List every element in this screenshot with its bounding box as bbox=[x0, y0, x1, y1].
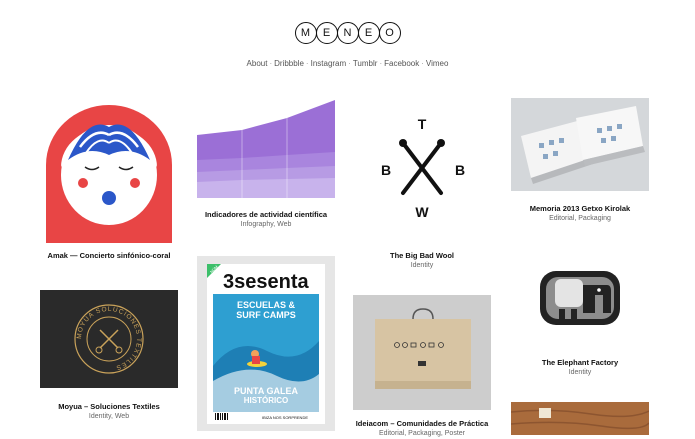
project-thumb-wool[interactable]: T B B W bbox=[353, 105, 491, 243]
project-title[interactable]: Amak — Concierto sinfónico-coral bbox=[29, 250, 189, 261]
magazine-headline: PUNTA GALEA bbox=[234, 386, 298, 396]
nav-link-about[interactable]: About bbox=[247, 59, 268, 68]
logo-letter: E bbox=[315, 22, 338, 44]
wool-letter-right: B bbox=[455, 162, 465, 178]
moyua-badge-logo: MOYUA SOLUCIONES TEXTILES bbox=[40, 290, 178, 388]
booklets-photo bbox=[511, 98, 649, 191]
nav-separator: · bbox=[269, 59, 273, 68]
magazine-footer: IBIZA NOS SORPRENDE bbox=[262, 415, 308, 420]
project-tags: Infography, Web bbox=[240, 221, 292, 228]
project-thumb-ideiacom[interactable] bbox=[353, 295, 491, 410]
project-thumb-memoria[interactable] bbox=[511, 98, 649, 191]
elephant-logo bbox=[540, 271, 620, 325]
folder-box-photo bbox=[353, 295, 491, 410]
project-caption[interactable]: Moyua – Soluciones Textiles Identity, We… bbox=[29, 401, 189, 422]
project-caption[interactable]: Memoria 2013 Getxo Kirolak Editorial, Pa… bbox=[500, 203, 660, 224]
magazine-headline: HISTÓRICO bbox=[244, 396, 288, 405]
project-caption[interactable]: Amak — Concierto sinfónico-coral bbox=[29, 250, 189, 261]
project-caption[interactable]: The Big Bad Wool Identity bbox=[342, 250, 502, 271]
site-logo[interactable]: MENEO bbox=[0, 22, 695, 44]
project-tags: Editorial, Packaging, Poster bbox=[379, 430, 465, 437]
project-tags: Identity, Web bbox=[88, 413, 130, 420]
project-thumb-3sesenta[interactable]: NÚM 3sesenta ESCUELAS & SURF CAMPS PUNTA… bbox=[197, 256, 335, 431]
nav-link-tumblr[interactable]: Tumblr bbox=[353, 59, 378, 68]
project-caption[interactable]: Ideiacom – Comunidades de Práctica Edito… bbox=[342, 418, 502, 439]
magazine-cover: NÚM 3sesenta ESCUELAS & SURF CAMPS PUNTA… bbox=[197, 256, 335, 431]
project-thumb-indicadores[interactable] bbox=[197, 100, 335, 198]
logo-letter: M bbox=[294, 22, 317, 44]
project-thumb-elephant[interactable] bbox=[511, 265, 649, 330]
knitting-needles-logo: T B B W bbox=[381, 116, 465, 220]
project-caption[interactable]: The Elephant Factory Identity bbox=[500, 357, 660, 378]
nav-separator: · bbox=[348, 59, 351, 68]
logo-letter: N bbox=[336, 22, 359, 44]
logo-letter: O bbox=[378, 22, 401, 44]
wool-letter-left: B bbox=[381, 162, 391, 178]
wood-photo bbox=[511, 402, 649, 435]
project-thumb-amak[interactable] bbox=[40, 105, 178, 243]
project-tags: Editorial, Packaging bbox=[549, 215, 611, 222]
nav-link-instagram[interactable]: Instagram bbox=[311, 59, 347, 68]
project-tags: Identity bbox=[410, 262, 434, 269]
magazine-title: 3sesenta bbox=[223, 271, 309, 293]
project-title[interactable]: Memoria 2013 Getxo Kirolak bbox=[500, 203, 660, 214]
project-thumb-wood[interactable] bbox=[511, 402, 649, 435]
nav-link-vimeo[interactable]: Vimeo bbox=[426, 59, 449, 68]
area-graph-illustration bbox=[197, 100, 335, 198]
project-caption[interactable]: Indicadores de actividad científica Info… bbox=[186, 209, 346, 230]
nav-separator: · bbox=[379, 59, 383, 68]
magazine-headline: SURF CAMPS bbox=[236, 310, 296, 320]
matryoshka-illustration bbox=[40, 105, 178, 243]
nav-separator: · bbox=[305, 59, 309, 68]
project-title[interactable]: Indicadores de actividad científica bbox=[186, 209, 346, 220]
project-title[interactable]: Moyua – Soluciones Textiles bbox=[29, 401, 189, 412]
project-thumb-moyua[interactable]: MOYUA SOLUCIONES TEXTILES bbox=[40, 290, 178, 388]
project-tags: Identity bbox=[568, 369, 592, 376]
nav-link-facebook[interactable]: Facebook bbox=[384, 59, 419, 68]
nav-separator: · bbox=[421, 59, 424, 68]
project-title[interactable]: The Big Bad Wool bbox=[342, 250, 502, 261]
logo-letter: E bbox=[357, 22, 380, 44]
nav-link-dribbble[interactable]: Dribbble bbox=[274, 59, 304, 68]
magazine-headline: ESCUELAS & bbox=[237, 300, 296, 310]
wool-letter-top: T bbox=[418, 116, 427, 132]
project-title[interactable]: The Elephant Factory bbox=[500, 357, 660, 368]
main-nav: About · Dribbble · Instagram · Tumblr · Facebook… bbox=[0, 59, 695, 68]
wool-letter-bottom: W bbox=[415, 204, 429, 220]
project-title[interactable]: Ideiacom – Comunidades de Práctica bbox=[342, 418, 502, 429]
